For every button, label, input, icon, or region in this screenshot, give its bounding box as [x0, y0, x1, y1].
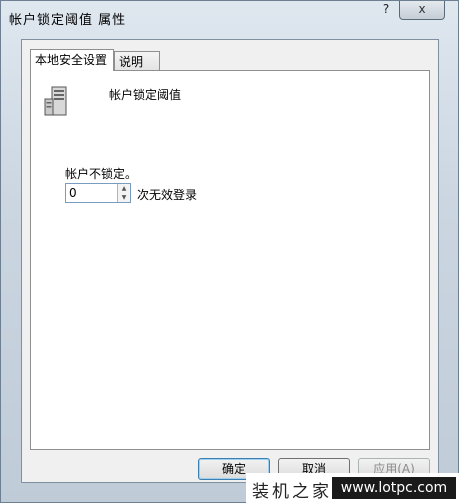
tab-explain[interactable]: 说明	[114, 51, 160, 71]
lockout-status-label: 帐户不锁定。	[65, 167, 138, 181]
watermark-url: www.lotpc.com	[332, 477, 456, 499]
properties-dialog: 帐户锁定阈值 属性 ? x 本地安全设置 说明 帐户锁定阈值 帐户不锁定。 0 …	[0, 0, 459, 503]
dialog-title: 帐户锁定阈值 属性	[9, 13, 127, 28]
server-icon	[43, 85, 73, 117]
watermark-brand: 装机之家	[252, 482, 332, 502]
close-button[interactable]: x	[399, 1, 445, 20]
tab-local-security-setting[interactable]: 本地安全设置	[30, 49, 114, 71]
tab-panel: 帐户锁定阈值 帐户不锁定。 ▲ ▼ 次无效登录	[30, 70, 430, 450]
watermark: 装机之家 www.lotpc.com	[246, 473, 459, 503]
policy-name: 帐户锁定阈值	[109, 88, 182, 102]
spin-down-icon[interactable]: ▼	[117, 193, 130, 202]
threshold-spinbox[interactable]: ▲ ▼	[65, 183, 131, 203]
help-button[interactable]: ?	[377, 2, 395, 18]
dialog-client-area: 本地安全设置 说明 帐户锁定阈值 帐户不锁定。 ▲ ▼	[21, 39, 439, 483]
threshold-input[interactable]	[66, 184, 121, 202]
threshold-unit-label: 次无效登录	[137, 188, 198, 202]
title-bar[interactable]: 帐户锁定阈值 属性 ? x	[1, 1, 458, 31]
